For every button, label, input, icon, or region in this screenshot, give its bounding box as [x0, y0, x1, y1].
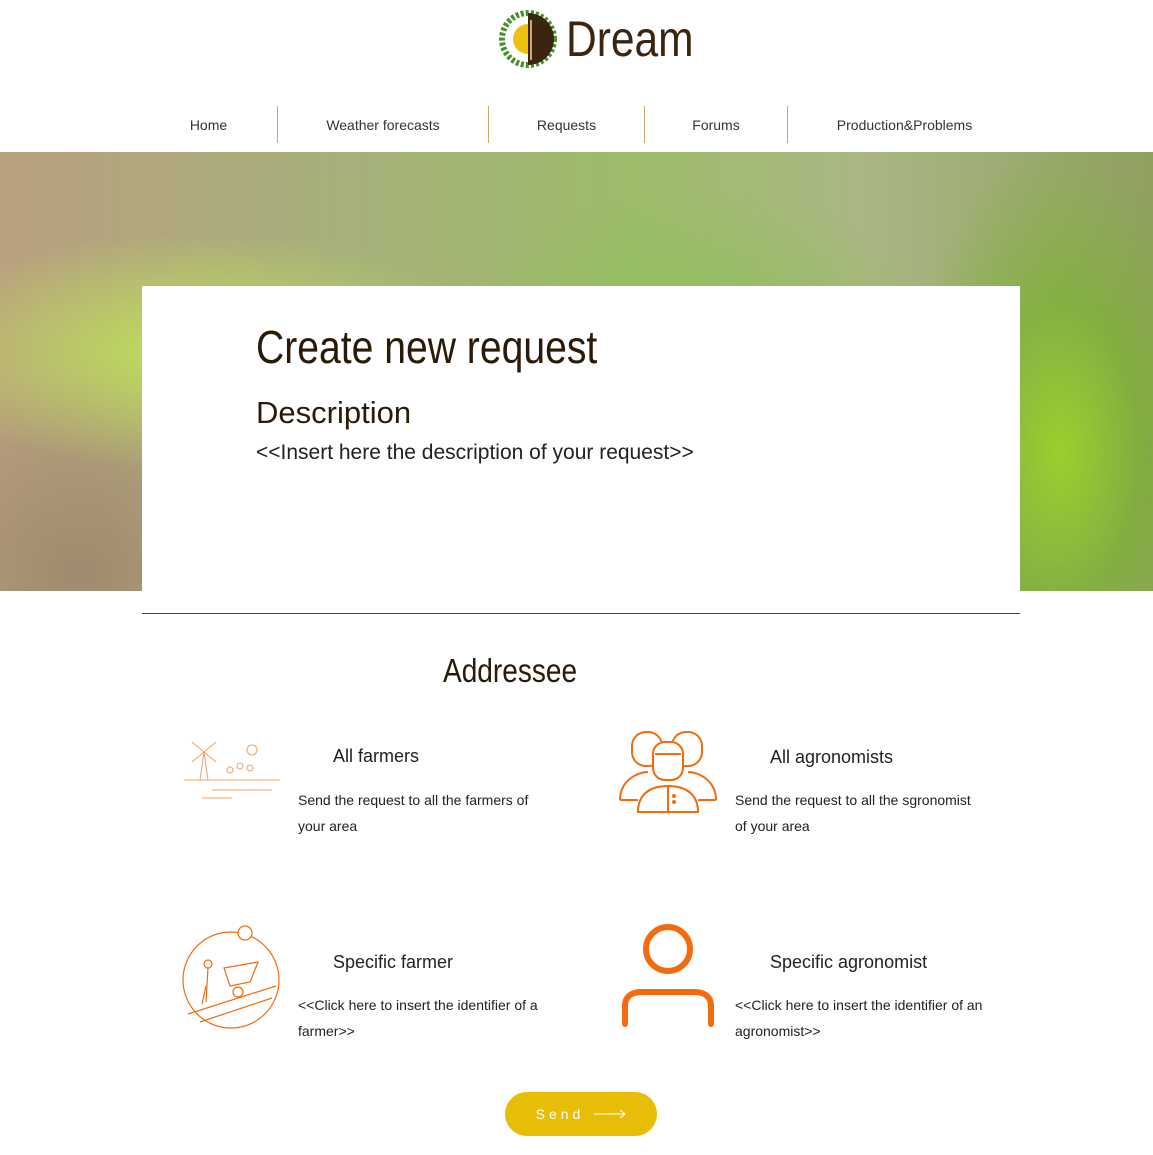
brand-name: Dream [566, 11, 694, 67]
farmer-wheelbarrow-icon [182, 925, 280, 1029]
all-farmers-title[interactable]: All farmers [333, 746, 419, 767]
group-people-icon [619, 731, 717, 813]
farm-scene-icon [184, 741, 280, 799]
wheat-logo-icon [499, 10, 557, 68]
nav-weather-forecasts[interactable]: Weather forecasts [278, 106, 489, 143]
specific-agronomist-input[interactable]: <<Click here to insert the identifier of… [735, 992, 1000, 1044]
specific-agronomist-title[interactable]: Specific agronomist [770, 952, 927, 973]
brand-logo[interactable]: Dream [498, 8, 716, 70]
send-label: Send [535, 1106, 585, 1122]
page-title: Create new request [256, 321, 598, 373]
main-nav: Home Weather forecasts Requests Forums P… [140, 106, 1021, 143]
nav-production-problems[interactable]: Production&Problems [788, 106, 1021, 143]
specific-farmer-input[interactable]: <<Click here to insert the identifier of… [298, 992, 558, 1044]
send-button[interactable]: Send [505, 1092, 657, 1136]
all-agronomists-title[interactable]: All agronomists [770, 747, 893, 768]
nav-requests[interactable]: Requests [489, 106, 645, 143]
divider [142, 613, 1020, 614]
specific-farmer-title[interactable]: Specific farmer [333, 952, 453, 973]
description-input[interactable]: <<Insert here the description of your re… [256, 441, 694, 465]
arrow-right-icon [594, 1109, 627, 1119]
all-agronomists-text: Send the request to all the sgronomist o… [735, 792, 971, 834]
nav-home[interactable]: Home [140, 106, 278, 143]
description-label: Description [256, 395, 412, 430]
person-icon [622, 924, 714, 1027]
nav-forums[interactable]: Forums [645, 106, 788, 143]
addressee-heading: Addressee [443, 652, 578, 689]
all-farmers-text: Send the request to all the farmers of y… [298, 792, 529, 834]
